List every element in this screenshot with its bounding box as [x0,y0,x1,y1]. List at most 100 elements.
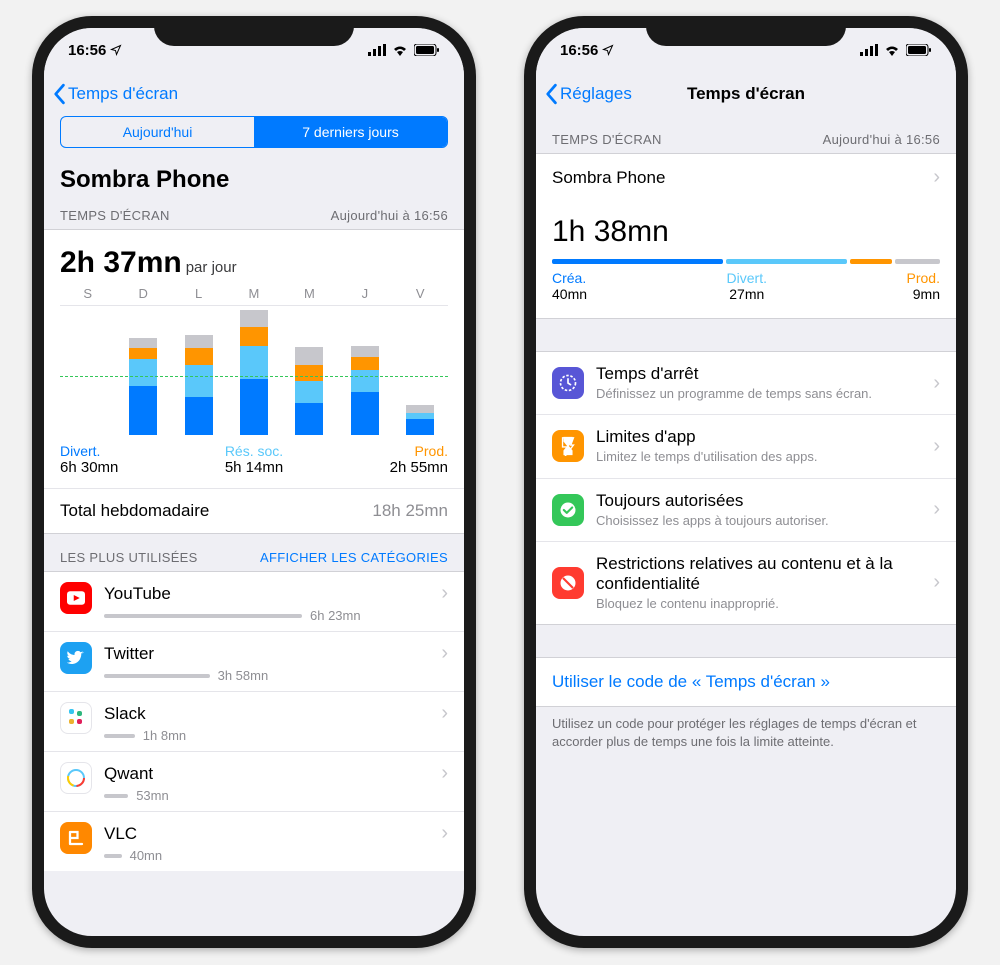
app-row[interactable]: VLC › 40mn [44,811,464,871]
phone-right: 16:56 Réglages Temps d'écran TEMPS D'ÉCR… [524,16,968,948]
bar [240,310,268,435]
chevron-left-icon [52,83,66,105]
app-icon [60,822,92,854]
option-row[interactable]: Limites d'app Limitez le temps d'utilisat… [536,414,956,477]
usage-bar [104,794,128,798]
option-title: Restrictions relatives au contenu et à l… [596,554,933,594]
option-title: Limites d'app [596,427,933,447]
screen-right: 16:56 Réglages Temps d'écran TEMPS D'ÉCR… [536,28,956,936]
chevron-right-icon: › [441,762,448,785]
scroll-content[interactable]: Aujourd'hui 7 derniers jours Sombra Phon… [44,116,464,936]
app-row[interactable]: Slack›1h 8mn [44,691,464,751]
option-row[interactable]: Toujours autoriséesChoisissez les apps à… [536,478,956,541]
avg-time: 2h 37mnpar jour [44,230,464,284]
option-icon [552,367,584,399]
segmented-control: Aujourd'hui 7 derniers jours [60,116,448,148]
cellular-icon [368,44,386,56]
category-labels: Créa.40mn Divert.27mn Prod.9mn [552,270,940,302]
chevron-right-icon: › [441,822,448,845]
seg-week[interactable]: 7 derniers jours [254,117,447,147]
status-time: 16:56 [68,42,106,59]
app-icon [60,642,92,674]
section-label: TEMPS D'ÉCRAN [60,208,170,223]
battery-icon [414,44,440,56]
app-name: Twitter [104,644,154,664]
usage-card: 2h 37mnpar jour SDLMMJV Divert.6h 30mn R… [44,229,464,534]
chevron-right-icon: › [441,642,448,665]
device-name: Sombra Phone [44,158,464,202]
status-icons [860,44,932,56]
nav-bar: Temps d'écran [44,72,464,116]
bar [406,405,434,435]
option-row[interactable]: Restrictions relatives au contenu et à l… [536,541,956,625]
battery-icon [906,44,932,56]
bar [129,338,157,435]
most-used-header: LES PLUS UTILISÉES AFFICHER LES CATÉGORI… [44,534,464,571]
wifi-icon [392,44,408,56]
app-icon [60,762,92,794]
screen-left: 16:56 Temps d'écran Aujourd'hui 7 dernie… [44,28,464,936]
section-header: TEMPS D'ÉCRAN Aujourd'hui à 16:56 [44,202,464,229]
average-line [60,376,448,377]
status-bar: 16:56 [536,28,956,72]
phone-left: 16:56 Temps d'écran Aujourd'hui 7 dernie… [32,16,476,948]
app-icon [60,702,92,734]
bar [295,347,323,435]
chevron-right-icon: › [933,372,940,395]
category-bar [552,259,940,264]
code-footnote: Utilisez un code pour protéger les régla… [536,707,956,758]
location-icon [110,44,122,56]
app-icon [60,582,92,614]
legend: Divert.6h 30mn Rés. soc.5h 14mn Prod.2h … [44,435,464,488]
chevron-right-icon: › [933,498,940,521]
bar [351,346,379,435]
app-duration: 6h 23mn [310,608,361,623]
weekly-total-row: Total hebdomadaire 18h 25mn [44,488,464,533]
option-subtitle: Bloquez le contenu inapproprié. [596,596,933,612]
app-row[interactable]: Twitter › 3h 58mn [44,631,464,691]
back-button[interactable]: Temps d'écran [52,83,178,105]
app-name: VLC [104,824,137,844]
back-button[interactable]: Réglages [544,83,632,105]
seg-today[interactable]: Aujourd'hui [61,117,254,147]
location-icon [602,44,614,56]
scroll-content[interactable]: TEMPS D'ÉCRAN Aujourd'hui à 16:56 Sombra… [536,116,956,936]
option-icon [552,567,584,599]
app-duration: 40mn [130,848,163,863]
app-row[interactable]: Qwant›53mn [44,751,464,811]
today-summary: 1h 38mn Créa.40mn Divert.27mn Prod.9mn [536,201,956,319]
app-name: YouTube [104,584,171,604]
option-row[interactable]: Temps d'arrêtDéfinissez un programme de … [536,351,956,414]
weekly-chart [60,305,448,435]
section-header: TEMPS D'ÉCRAN Aujourd'hui à 16:56 [536,116,956,153]
option-title: Toujours autorisées [596,491,933,511]
option-subtitle: Limitez le temps d'utilisation des apps. [596,449,933,465]
app-name: Qwant [104,764,153,784]
section-timestamp: Aujourd'hui à 16:56 [331,208,448,223]
chevron-right-icon: › [933,435,940,458]
cellular-icon [860,44,878,56]
bar [185,335,213,435]
show-categories-button[interactable]: AFFICHER LES CATÉGORIES [260,550,448,565]
use-code-link[interactable]: Utiliser le code de « Temps d'écran » [536,657,956,707]
chevron-right-icon: › [933,166,940,189]
app-duration: 3h 58mn [218,668,269,683]
chevron-right-icon: › [933,571,940,594]
chart-bars [60,306,448,435]
chevron-right-icon: › [441,702,448,725]
usage-bar [104,734,135,738]
app-row[interactable]: YouTube › 6h 23mn [44,571,464,631]
options-list: Temps d'arrêtDéfinissez un programme de … [536,351,956,625]
device-row[interactable]: Sombra Phone › [536,153,956,201]
day-labels: SDLMMJV [44,284,464,301]
app-name: Slack [104,704,146,724]
status-bar: 16:56 [44,28,464,72]
chevron-right-icon: › [441,582,448,605]
usage-bar [104,854,122,858]
option-subtitle: Définissez un programme de temps sans éc… [596,386,933,402]
usage-bar [104,614,302,618]
status-time: 16:56 [560,42,598,59]
app-list: YouTube›6h 23mnTwitter›3h 58mnSlack›1h 8… [44,571,464,871]
wifi-icon [884,44,900,56]
status-icons [368,44,440,56]
